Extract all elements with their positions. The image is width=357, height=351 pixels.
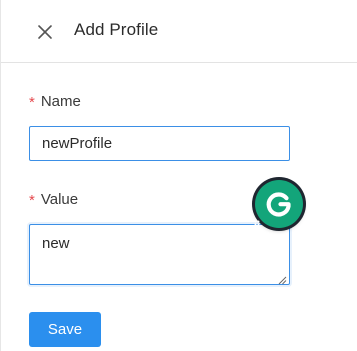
grammarly-icon[interactable]: [255, 180, 303, 228]
grammarly-menu-icon[interactable]: [254, 215, 262, 228]
value-field-label: * Value: [29, 191, 78, 209]
page-title: Add Profile: [74, 20, 159, 39]
name-field-label: * Name: [29, 93, 81, 111]
add-profile-panel: Add Profile * Name * Value new Save: [0, 0, 357, 351]
panel-header: Add Profile: [1, 0, 357, 63]
name-label-text: Name: [40, 93, 81, 110]
resize-handle-icon[interactable]: [277, 272, 287, 285]
required-marker: *: [29, 192, 35, 209]
value-textarea[interactable]: new: [29, 224, 290, 285]
close-icon[interactable]: [35, 22, 55, 42]
required-marker: *: [29, 94, 35, 111]
save-button[interactable]: Save: [29, 312, 101, 347]
name-input[interactable]: [29, 126, 290, 161]
value-label-text: Value: [40, 191, 79, 208]
